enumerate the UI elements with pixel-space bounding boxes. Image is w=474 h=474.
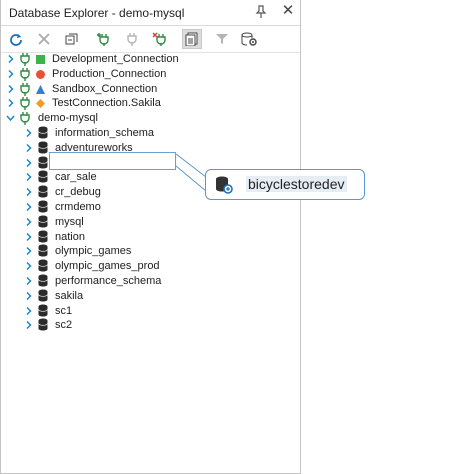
callout-label: bicyclestoredev: [246, 176, 347, 192]
item-name-callout: bicyclestoredev: [205, 169, 365, 200]
callout-connector: [175, 153, 207, 192]
database-tool-icon: [214, 175, 234, 198]
